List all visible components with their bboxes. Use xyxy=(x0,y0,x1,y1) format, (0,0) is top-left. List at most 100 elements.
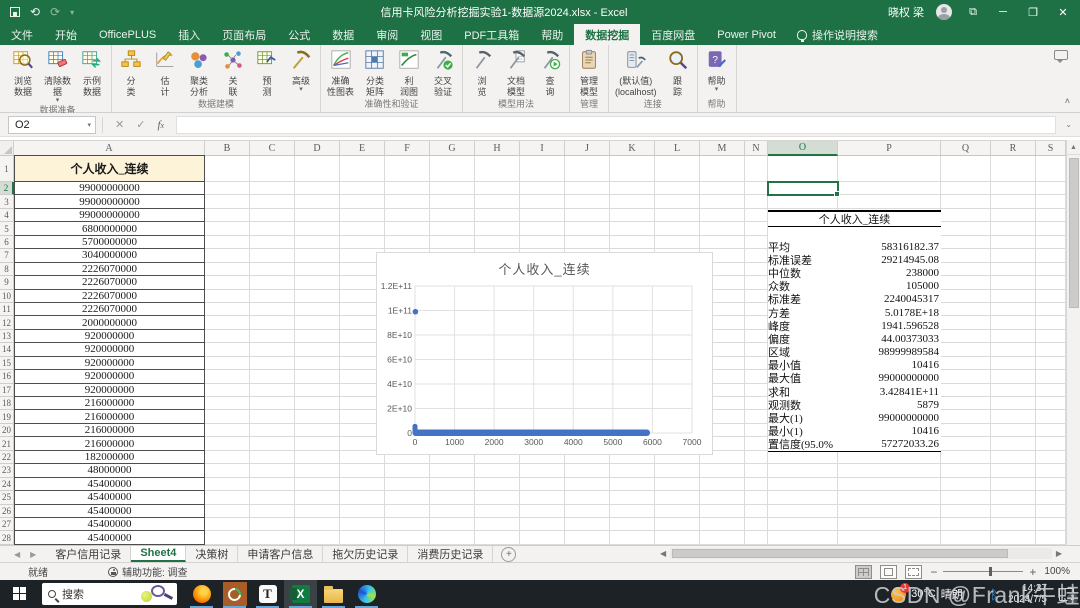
cell-R17[interactable] xyxy=(991,383,1036,397)
ribbon-tab-帮助[interactable]: 帮助 xyxy=(530,24,574,45)
cell-C16[interactable] xyxy=(250,370,295,384)
cell-C26[interactable] xyxy=(250,504,295,518)
column-header-A[interactable]: A xyxy=(14,141,205,156)
cell-R1[interactable] xyxy=(991,156,1036,182)
cell-S26[interactable] xyxy=(1036,504,1066,518)
cell-N26[interactable] xyxy=(745,504,768,518)
cell-O23[interactable] xyxy=(768,464,838,478)
cell-A17[interactable]: 920000000 xyxy=(14,382,205,397)
cell-K1[interactable] xyxy=(610,156,655,182)
cell-N21[interactable] xyxy=(745,437,768,451)
row-header-24[interactable]: 24 xyxy=(0,477,14,492)
cell-E23[interactable] xyxy=(340,464,385,478)
cell-S15[interactable] xyxy=(1036,356,1066,371)
cell-Q9[interactable] xyxy=(941,276,991,290)
cell-A13[interactable]: 920000000 xyxy=(14,328,205,344)
cell-H25[interactable] xyxy=(475,491,520,505)
cell-D15[interactable] xyxy=(295,356,340,371)
cell-A20[interactable]: 216000000 xyxy=(14,422,205,438)
cell-C9[interactable] xyxy=(250,276,295,290)
cell-Q20[interactable] xyxy=(941,423,991,438)
cell-A11[interactable]: 2226070000 xyxy=(14,301,205,317)
cell-S9[interactable] xyxy=(1036,276,1066,290)
avatar[interactable] xyxy=(936,4,952,20)
cell-S16[interactable] xyxy=(1036,370,1066,384)
cell-I27[interactable] xyxy=(520,517,565,532)
cell-A5[interactable]: 6800000000 xyxy=(14,221,205,236)
cell-S14[interactable] xyxy=(1036,343,1066,357)
taskbar-app-excel[interactable]: X xyxy=(284,580,317,608)
cell-L27[interactable] xyxy=(655,517,700,532)
cell-R26[interactable] xyxy=(991,504,1036,518)
cell-F23[interactable] xyxy=(385,464,430,478)
cell-K25[interactable] xyxy=(610,491,655,505)
cell-C24[interactable] xyxy=(250,477,295,492)
cell-R14[interactable] xyxy=(991,343,1036,357)
cell-N13[interactable] xyxy=(745,329,768,344)
cell-R6[interactable] xyxy=(991,235,1036,250)
column-header-S[interactable]: S xyxy=(1036,141,1066,156)
cell-C10[interactable] xyxy=(250,289,295,303)
cell-S7[interactable] xyxy=(1036,249,1066,263)
cell-N9[interactable] xyxy=(745,276,768,290)
cell-F1[interactable] xyxy=(385,156,430,182)
cell-F3[interactable] xyxy=(385,195,430,209)
cell-H3[interactable] xyxy=(475,195,520,209)
cell-F24[interactable] xyxy=(385,477,430,492)
cell-A25[interactable]: 45400000 xyxy=(14,490,205,505)
tell-me-search[interactable]: 操作说明搜索 xyxy=(787,24,888,45)
insert-function-icon[interactable]: fx xyxy=(157,119,164,131)
cell-B23[interactable] xyxy=(205,464,250,478)
cell-H24[interactable] xyxy=(475,477,520,492)
cell-I4[interactable] xyxy=(520,208,565,223)
cell-D9[interactable] xyxy=(295,276,340,290)
cell-S3[interactable] xyxy=(1036,195,1066,209)
cell-E3[interactable] xyxy=(340,195,385,209)
sheet-tab-消费历史记录[interactable]: 消费历史记录 xyxy=(408,546,494,562)
cell-R10[interactable] xyxy=(991,289,1036,303)
save-icon[interactable] xyxy=(10,7,20,17)
cell-D20[interactable] xyxy=(295,423,340,438)
cell-B7[interactable] xyxy=(205,249,250,263)
sheet-tab-拖欠历史记录[interactable]: 拖欠历史记录 xyxy=(323,546,409,562)
cell-M4[interactable] xyxy=(700,208,745,223)
ribbon-button-help[interactable]: ? 帮助 ▾ xyxy=(701,47,733,93)
close-button[interactable]: ✕ xyxy=(1054,6,1072,19)
cell-K4[interactable] xyxy=(610,208,655,223)
row-header-16[interactable]: 16 xyxy=(0,370,14,384)
cell-G5[interactable] xyxy=(430,222,475,236)
cell-B15[interactable] xyxy=(205,356,250,371)
cell-R9[interactable] xyxy=(991,276,1036,290)
cell-Q17[interactable] xyxy=(941,383,991,397)
cell-E5[interactable] xyxy=(340,222,385,236)
redo-icon[interactable]: ⟳ xyxy=(50,5,60,19)
ribbon-button-estimate[interactable]: 估计 xyxy=(149,47,181,98)
row-header-20[interactable]: 20 xyxy=(0,423,14,438)
cell-O28[interactable] xyxy=(768,531,838,545)
cell-D25[interactable] xyxy=(295,491,340,505)
cell-Q23[interactable] xyxy=(941,464,991,478)
cell-Q18[interactable] xyxy=(941,397,991,411)
ribbon-button-advanced[interactable]: 高级 ▾ xyxy=(285,47,317,93)
cell-M23[interactable] xyxy=(700,464,745,478)
cell-N15[interactable] xyxy=(745,356,768,371)
cell-M3[interactable] xyxy=(700,195,745,209)
cell-Q2[interactable] xyxy=(941,182,991,196)
cell-P28[interactable] xyxy=(838,531,941,545)
cell-Q24[interactable] xyxy=(941,477,991,492)
collapse-ribbon-icon[interactable]: ˄ xyxy=(1065,96,1070,106)
row-header-4[interactable]: 4 xyxy=(0,208,14,223)
name-box[interactable]: O2 ▾ xyxy=(8,115,96,134)
cell-K28[interactable] xyxy=(610,531,655,545)
cell-B11[interactable] xyxy=(205,302,250,317)
cell-M25[interactable] xyxy=(700,491,745,505)
cell-E25[interactable] xyxy=(340,491,385,505)
cell-N4[interactable] xyxy=(745,208,768,223)
cell-I23[interactable] xyxy=(520,464,565,478)
ribbon-button-connection[interactable]: (默认值) (localhost) xyxy=(612,47,660,98)
row-header-1[interactable]: 1 xyxy=(0,156,14,182)
row-header-22[interactable]: 22 xyxy=(0,450,14,465)
cell-S25[interactable] xyxy=(1036,491,1066,505)
cell-D11[interactable] xyxy=(295,302,340,317)
cell-B4[interactable] xyxy=(205,208,250,223)
